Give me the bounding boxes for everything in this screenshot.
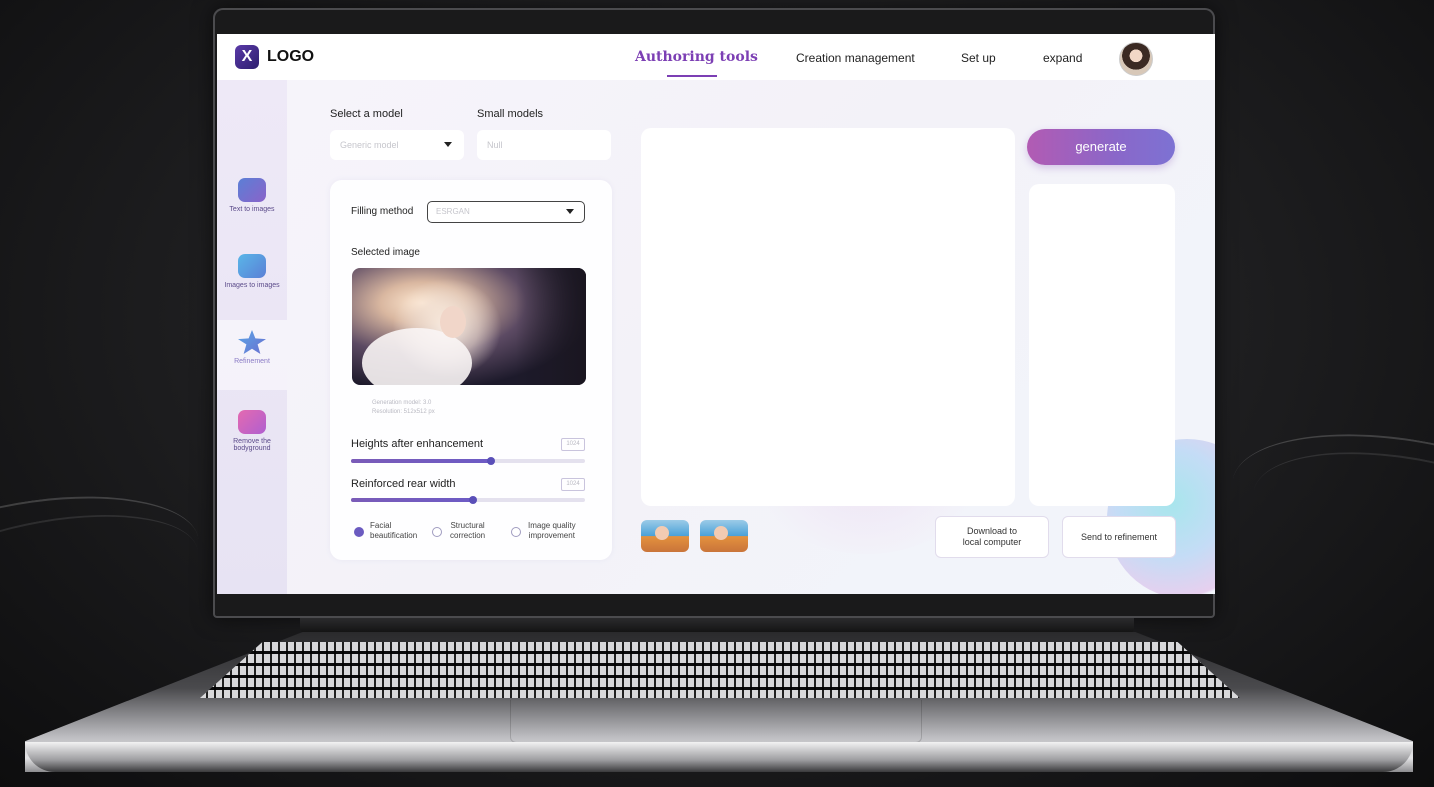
slider-width[interactable] <box>351 496 585 504</box>
selected-image[interactable] <box>352 268 586 385</box>
thumbnail-1[interactable] <box>641 520 689 552</box>
slider-width-fill <box>351 498 473 502</box>
download-label-line: Download to <box>966 526 1018 536</box>
download-label-line: local computer <box>962 537 1022 547</box>
slider-height-handle[interactable] <box>487 457 496 465</box>
sidebar-item-images-to-images[interactable]: Images to images <box>217 254 287 289</box>
nav-expand[interactable]: expand <box>1043 51 1082 65</box>
thumbnail-figure <box>655 526 669 540</box>
sidebar-item-label: Refinement <box>234 358 270 365</box>
sidebar-item-text-to-images[interactable]: Text to images <box>217 178 287 213</box>
preview-canvas[interactable] <box>641 128 1015 506</box>
small-model-value: Null <box>487 140 503 150</box>
app-screen: X LOGO Authoring tools Creation manageme… <box>217 34 1215 594</box>
top-bar: X LOGO Authoring tools Creation manageme… <box>217 34 1215 80</box>
slider-height-fill <box>351 459 492 463</box>
image-face <box>440 306 466 338</box>
option-facial-label[interactable]: Facial beautification <box>370 521 417 541</box>
option-structural-label[interactable]: Structural correction <box>450 521 485 541</box>
sidebar-item-label: Images to images <box>224 282 280 289</box>
slider-width-label: Reinforced rear width <box>351 478 456 490</box>
slider-width-handle[interactable] <box>468 496 477 504</box>
image-edit-icon <box>238 254 266 278</box>
option-quality-checkbox[interactable] <box>511 527 521 537</box>
laptop-hinge <box>300 618 1134 634</box>
option-label-line: Facial <box>370 521 392 530</box>
sidebar-item-label: Text to images <box>229 206 275 213</box>
laptop-trackpad <box>510 700 922 743</box>
model-select-value: Generic model <box>340 140 399 150</box>
generate-button[interactable]: generate <box>1027 129 1175 165</box>
settings-panel: Filling method ESRGAN Selected image Gen… <box>330 180 612 560</box>
option-label-line: beautification <box>370 531 418 540</box>
slider-width-value-box[interactable]: 1024 <box>561 478 585 491</box>
sidebar-item-remove-background[interactable]: Remove the bodyground <box>217 410 287 452</box>
download-button[interactable]: Download to local computer <box>935 516 1049 558</box>
image-shadow <box>516 268 586 385</box>
star-icon <box>238 330 266 354</box>
filling-method-value: ESRGAN <box>436 207 470 216</box>
laptop-base-edge <box>25 742 1413 772</box>
user-avatar[interactable] <box>1119 42 1153 76</box>
chevron-down-icon <box>566 209 574 214</box>
nav-set-up[interactable]: Set up <box>961 51 996 65</box>
option-facial-checkbox[interactable] <box>354 527 364 537</box>
option-label-line: correction <box>450 531 486 540</box>
chevron-down-icon <box>444 142 452 147</box>
send-to-refinement-button[interactable]: Send to refinement <box>1062 516 1176 558</box>
model-select[interactable]: Generic model <box>330 130 464 160</box>
result-panel <box>1029 184 1175 506</box>
logo-text: LOGO <box>267 48 315 65</box>
option-structural-checkbox[interactable] <box>432 527 442 537</box>
image-meta: Generation model: 3.0 Resolution: 512x51… <box>372 399 435 417</box>
thumbnail-2[interactable] <box>700 520 748 552</box>
select-model-label: Select a model <box>330 108 403 120</box>
slider-height-label: Heights after enhancement <box>351 438 484 450</box>
nav-creation-management[interactable]: Creation management <box>796 51 915 65</box>
option-quality-label[interactable]: Image quality improvement <box>528 521 576 541</box>
image-meta-model: Generation model: 3.0 <box>372 400 432 406</box>
filling-method-label: Filling method <box>351 206 414 217</box>
eraser-image-icon <box>238 410 266 434</box>
filling-method-select[interactable]: ESRGAN <box>427 201 585 223</box>
option-label-line: improvement <box>528 531 575 540</box>
nav-authoring-tools[interactable]: Authoring tools <box>635 49 758 65</box>
image-meta-resolution: Resolution: 512x512 px <box>372 409 435 415</box>
option-label-line: Structural <box>450 521 485 530</box>
option-label-line: Image quality <box>528 521 576 530</box>
sidebar-item-label: Remove the bodyground <box>233 438 271 452</box>
slider-height-value-box[interactable]: 1024 <box>561 438 585 451</box>
slider-height[interactable] <box>351 457 585 465</box>
small-model-input[interactable]: Null <box>477 130 611 160</box>
sidebar-item-refinement[interactable]: Refinement <box>217 320 287 390</box>
nav-active-underline <box>667 75 717 77</box>
chat-image-icon <box>238 178 266 202</box>
selected-image-label: Selected image <box>351 247 420 258</box>
thumbnail-figure <box>714 526 728 540</box>
laptop-keyboard <box>200 642 1240 698</box>
small-models-label: Small models <box>477 108 544 120</box>
logo-icon: X <box>235 45 259 69</box>
sidebar: Text to images Images to images Refineme… <box>217 80 287 594</box>
